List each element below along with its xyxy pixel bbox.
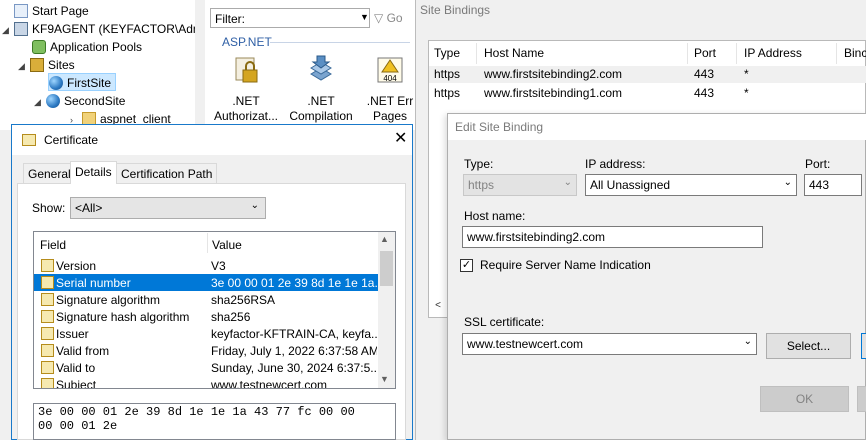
collapse-icon[interactable]: ◢	[18, 57, 28, 75]
sni-label: Require Server Name Indication	[480, 258, 651, 272]
filter-dropdown-icon[interactable]: ▼	[360, 12, 369, 22]
filter-bar: Filter: ▼ ▽ Go	[210, 8, 410, 30]
ip-address-select[interactable]: All Unassigned ⌄	[585, 174, 797, 196]
port-field[interactable]: 443	[804, 174, 862, 196]
feature-net-authorization[interactable]: .NET Authorizat...	[211, 54, 281, 124]
field-row-version[interactable]: Version V3	[34, 257, 378, 274]
column-divider	[207, 233, 208, 253]
globe-icon	[46, 94, 60, 108]
site-bindings-title: Site Bindings	[420, 3, 491, 17]
error-page-icon: 404	[377, 57, 403, 83]
edit-binding-title: Edit Site Binding	[455, 120, 544, 134]
close-icon[interactable]: ✕	[394, 128, 407, 148]
column-header-port[interactable]: Port	[694, 44, 716, 62]
show-label: Show:	[32, 201, 66, 215]
field-icon	[41, 378, 54, 388]
connections-tree: Start Page ◢ KF9AGENT (KEYFACTOR\Adm Appl…	[0, 0, 195, 130]
field-icon	[41, 259, 54, 272]
feature-net-error-pages[interactable]: 404 .NET Err Pages	[362, 54, 418, 124]
type-select[interactable]: https ⌄	[463, 174, 577, 196]
field-row-signature-hash[interactable]: Signature hash algorithm sha256	[34, 308, 378, 325]
tab-certification-path[interactable]: Certification Path	[116, 163, 218, 183]
tab-general[interactable]: General	[23, 163, 76, 183]
column-header-field[interactable]: Field	[40, 238, 66, 252]
column-header-ip-address[interactable]: IP Address	[744, 44, 802, 62]
chevron-down-icon: ⌄	[250, 200, 259, 211]
tree-item-sites[interactable]: ◢ Sites	[18, 56, 75, 74]
group-divider	[270, 42, 410, 43]
column-header-value[interactable]: Value	[212, 238, 242, 252]
collapse-icon[interactable]: ◢	[34, 93, 44, 111]
binding-row[interactable]: https www.firstsitebinding1.com 443 *	[429, 85, 866, 102]
sni-checkbox[interactable]: ✓	[460, 259, 473, 272]
chevron-down-icon: ⌄	[563, 177, 572, 188]
field-row-valid-to[interactable]: Valid to Sunday, June 30, 2024 6:37:5...	[34, 359, 378, 376]
certificate-title: Certificate	[44, 133, 99, 147]
type-label: Type:	[464, 157, 494, 171]
chevron-down-icon: ⌄	[743, 336, 752, 347]
field-row-signature-algorithm[interactable]: Signature algorithm sha256RSA	[34, 291, 378, 308]
scroll-down-icon[interactable]: ▼	[380, 374, 389, 384]
field-value-box[interactable]: 3e 00 00 01 2e 39 8d 1e 1e 1a 43 77 fc 0…	[33, 403, 396, 440]
scrollbar-thumb[interactable]	[380, 251, 393, 286]
field-row-issuer[interactable]: Issuer keyfactor-KFTRAIN-CA, keyfa...	[34, 325, 378, 342]
field-icon	[41, 293, 54, 306]
certificate-icon	[22, 134, 36, 146]
column-divider	[476, 43, 477, 64]
cancel-button[interactable]	[857, 386, 866, 412]
column-header-binding[interactable]: Binc	[844, 44, 866, 62]
column-divider	[687, 43, 688, 64]
group-header-aspnet: ASP.NET	[222, 35, 272, 49]
tree-item-server[interactable]: ◢ KF9AGENT (KEYFACTOR\Adm	[2, 20, 195, 38]
tab-details[interactable]: Details	[70, 161, 117, 184]
field-icon	[41, 276, 54, 289]
host-name-field[interactable]: www.firstsitebinding2.com	[462, 226, 763, 248]
tree-item-secondsite[interactable]: ◢ SecondSite	[34, 92, 125, 110]
tree-item-firstsite[interactable]: FirstSite	[48, 73, 117, 91]
host-name-label: Host name:	[464, 209, 526, 223]
column-divider	[836, 43, 837, 64]
field-icon	[41, 327, 54, 340]
start-page-icon	[14, 4, 28, 18]
binding-row[interactable]: https www.firstsitebinding2.com 443 *	[429, 66, 866, 83]
sites-icon	[30, 58, 44, 72]
column-header-type[interactable]: Type	[434, 44, 460, 62]
scroll-up-icon[interactable]: ▲	[380, 234, 389, 244]
ok-button[interactable]: OK	[760, 386, 849, 412]
svg-text:404: 404	[383, 74, 397, 83]
tree-item-start-page[interactable]: Start Page	[14, 2, 89, 20]
feature-net-compilation[interactable]: .NET Compilation	[286, 54, 356, 124]
tree-item-app-pools[interactable]: Application Pools	[32, 38, 142, 56]
port-label: Port:	[805, 157, 831, 171]
field-icon	[41, 344, 54, 357]
go-button[interactable]: ▽ Go	[374, 11, 403, 25]
show-select[interactable]: <All> ⌄	[70, 197, 266, 219]
view-certificate-button[interactable]	[861, 333, 866, 359]
filter-input[interactable]: Filter:	[210, 8, 370, 28]
chevron-down-icon: ⌄	[783, 177, 792, 188]
field-icon	[41, 361, 54, 374]
field-row-serial-number[interactable]: Serial number 3e 00 00 01 2e 39 8d 1e 1e…	[34, 274, 378, 291]
lock-icon	[235, 57, 258, 83]
compilation-icon	[310, 55, 332, 81]
select-certificate-button[interactable]: Select...	[766, 333, 851, 359]
ssl-certificate-label: SSL certificate:	[464, 315, 545, 329]
scroll-left-button[interactable]: <	[429, 296, 447, 316]
server-icon	[14, 22, 28, 36]
ssl-certificate-select[interactable]: www.testnewcert.com ⌄	[462, 333, 757, 355]
column-header-host-name[interactable]: Host Name	[484, 44, 544, 62]
column-divider	[736, 43, 737, 64]
field-icon	[41, 310, 54, 323]
collapse-icon[interactable]: ◢	[2, 21, 12, 39]
field-row-subject[interactable]: Subject www.testnewcert.com	[34, 376, 378, 388]
app-pool-icon	[32, 40, 46, 54]
ip-address-label: IP address:	[585, 157, 646, 171]
field-row-valid-from[interactable]: Valid from Friday, July 1, 2022 6:37:58 …	[34, 342, 378, 359]
globe-icon	[49, 76, 63, 90]
